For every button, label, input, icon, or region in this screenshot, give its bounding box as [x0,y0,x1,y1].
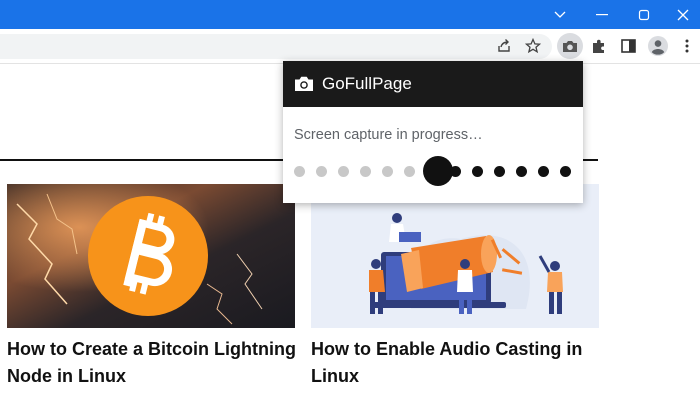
profile-icon[interactable] [645,33,671,59]
gofullpage-popup: GoFullPage Screen capture in progress… [283,61,583,203]
restore-icon[interactable] [623,0,665,29]
popup-header: GoFullPage [283,61,583,107]
article-title[interactable]: How to Create a Bitcoin Lightning Node i… [7,336,307,390]
camera-icon [294,75,314,97]
popup-title: GoFullPage [322,74,412,93]
progress-dot-done [315,165,327,177]
browser-toolbar [0,29,700,64]
progress-dot-current [423,156,453,186]
progress-dot-done [403,165,415,177]
side-panel-icon[interactable] [615,33,641,59]
chevron-down-icon[interactable] [539,0,581,29]
close-icon[interactable] [665,0,700,29]
capture-status-text: Screen capture in progress… [294,127,483,143]
window-title-bar [0,0,700,29]
progress-dot-done [337,165,349,177]
bitcoin-lightning-image[interactable] [7,184,295,328]
extensions-icon[interactable] [586,33,612,59]
progress-dot-pending [449,165,461,177]
more-icon[interactable] [674,33,700,59]
progress-dot-pending [471,165,483,177]
address-bar[interactable] [0,34,552,59]
progress-dot-done [381,165,393,177]
audio-casting-illustration[interactable] [311,184,599,328]
progress-dot-pending [493,165,505,177]
capture-progress [283,151,583,191]
progress-dot-done [359,165,371,177]
camera-icon[interactable] [557,33,583,59]
star-icon[interactable] [520,33,546,59]
article-title[interactable]: How to Enable Audio Casting in Linux [311,336,611,390]
progress-dot-done [293,165,305,177]
progress-dot-pending [559,165,571,177]
share-icon[interactable] [491,33,517,59]
minimize-icon[interactable] [581,0,623,29]
progress-dot-pending [515,165,527,177]
progress-dot-pending [537,165,549,177]
